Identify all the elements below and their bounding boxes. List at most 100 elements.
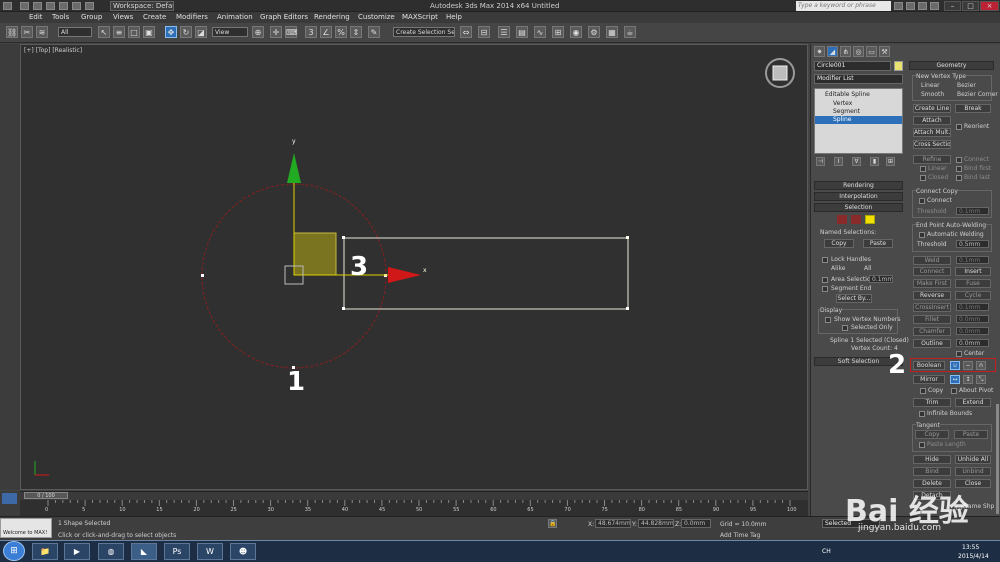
menu-animation[interactable]: Animation <box>217 13 253 21</box>
fillet-button[interactable]: Fillet <box>913 315 951 324</box>
bezier-corner-radio[interactable]: Bezier Corner <box>957 91 998 98</box>
mirror-vertical-icon[interactable]: ↕ <box>963 375 973 384</box>
selected-only-checkbox[interactable] <box>842 325 848 331</box>
mirror-both-icon[interactable]: ⤡ <box>976 375 986 384</box>
stack-item-spline[interactable]: Spline <box>833 116 851 123</box>
snaps-toggle-icon[interactable]: 3 <box>305 26 317 38</box>
project-folder-icon[interactable] <box>85 2 94 10</box>
tangent-copy-button[interactable]: Copy <box>915 430 949 439</box>
reverse-button[interactable]: Reverse <box>913 291 951 300</box>
y-coord-field[interactable]: 44.828mm <box>638 519 674 528</box>
menu-maxscript[interactable]: MAXScript <box>402 13 438 21</box>
about-pivot-checkbox[interactable] <box>951 388 957 394</box>
fuse-button[interactable]: Fuse <box>955 279 991 288</box>
time-slider-thumb[interactable]: 0 / 100 <box>24 492 68 499</box>
extend-button[interactable]: Extend <box>955 398 991 407</box>
layer-manager-icon[interactable]: ☰ <box>498 26 510 38</box>
menu-graph-editors[interactable]: Graph Editors <box>260 13 308 21</box>
stack-item-segment[interactable]: Segment <box>833 108 860 115</box>
lock-selection-icon[interactable]: 🔒 <box>548 519 557 528</box>
x-coord-field[interactable]: 48.674mm <box>595 519 631 528</box>
taskbar-qq-icon[interactable]: ☻ <box>230 543 256 560</box>
connect-threshold-spinner[interactable]: 0.1mm <box>956 207 989 215</box>
segment-end-checkbox[interactable] <box>822 286 828 292</box>
menu-edit[interactable]: Edit <box>29 13 43 21</box>
unlink-icon[interactable]: ✂ <box>21 26 33 38</box>
outline-spinner[interactable]: 0.0mm <box>956 339 989 347</box>
taskbar-media-icon[interactable]: ▶ <box>64 543 90 560</box>
top-viewport[interactable]: [+] [Top] [Realistic] y x 1 3 <box>20 44 808 490</box>
segment-level-icon[interactable] <box>851 215 861 224</box>
taskbar-word-icon[interactable]: W <box>197 543 223 560</box>
search-input[interactable]: Type a keyword or phrase <box>796 1 891 11</box>
stack-item-editable-spline[interactable]: Editable Spline <box>825 91 870 98</box>
menu-create[interactable]: Create <box>143 13 166 21</box>
display-tab-icon[interactable]: ▭ <box>866 46 877 57</box>
select-scale-icon[interactable]: ◪ <box>195 26 207 38</box>
named-selection-set-dropdown[interactable]: Create Selection Se <box>393 27 455 37</box>
add-time-tag-button[interactable]: Add Time Tag <box>720 532 760 539</box>
connect-button[interactable]: Connect <box>913 267 951 276</box>
z-coord-field[interactable]: 0.0mm <box>681 519 711 528</box>
selection-filter-dropdown[interactable]: All <box>58 27 92 37</box>
rectangle-selection-icon[interactable]: □ <box>128 26 140 38</box>
undo-icon[interactable] <box>59 2 68 10</box>
start-button-icon[interactable]: ⊞ <box>3 541 25 561</box>
bind-space-warp-icon[interactable]: ≋ <box>36 26 48 38</box>
communication-icon[interactable] <box>918 2 927 10</box>
menu-modifiers[interactable]: Modifiers <box>176 13 208 21</box>
automatic-welding-checkbox[interactable] <box>919 232 925 238</box>
show-end-result-icon[interactable]: Ⅰ <box>834 157 843 166</box>
new-file-icon[interactable] <box>20 2 29 10</box>
create-line-button[interactable]: Create Line <box>913 104 951 113</box>
boolean-subtraction-icon[interactable]: − <box>963 361 973 370</box>
lock-handles-checkbox[interactable] <box>822 257 828 263</box>
attach-button[interactable]: Attach <box>913 116 951 125</box>
area-selection-spinner[interactable]: 0.1mm <box>869 275 893 283</box>
taskbar-3dsmax-icon[interactable]: ◣ <box>131 543 157 560</box>
spline-level-icon[interactable] <box>865 215 875 224</box>
taskbar-browser-icon[interactable]: ◍ <box>98 543 124 560</box>
outline-button[interactable]: Outline <box>913 339 951 348</box>
unhide-all-button[interactable]: Unhide All <box>955 455 991 464</box>
hierarchy-tab-icon[interactable]: ⋔ <box>840 46 851 57</box>
selection-copy-button[interactable]: Copy <box>824 239 854 248</box>
open-file-icon[interactable] <box>33 2 42 10</box>
curve-editor-icon[interactable]: ∿ <box>534 26 546 38</box>
crossinsert-button[interactable]: CrossInsert <box>913 303 951 312</box>
fillet-spinner[interactable]: 0.0mm <box>956 315 989 323</box>
graphite-ribbon-icon[interactable]: ▤ <box>516 26 528 38</box>
redo-icon[interactable] <box>72 2 81 10</box>
minimize-button[interactable]: – <box>944 1 961 11</box>
select-manipulate-icon[interactable]: ✛ <box>270 26 282 38</box>
hide-button[interactable]: Hide <box>913 455 951 464</box>
trim-button[interactable]: Trim <box>913 398 951 407</box>
menu-views[interactable]: Views <box>113 13 133 21</box>
clock-time[interactable]: 13:55 <box>962 544 979 551</box>
unbind-button[interactable]: Unbind <box>955 467 991 476</box>
clock-date[interactable]: 2015/4/14 <box>958 553 989 560</box>
modifier-list-dropdown[interactable]: Modifier List <box>814 74 903 84</box>
input-language-indicator[interactable]: CH <box>822 548 831 555</box>
create-tab-icon[interactable]: ✷ <box>814 46 825 57</box>
taskbar-photoshop-icon[interactable]: Ps <box>164 543 190 560</box>
chamfer-spinner[interactable]: 0.0mm <box>956 327 989 335</box>
save-file-icon[interactable] <box>46 2 55 10</box>
bind-last-checkbox[interactable] <box>956 175 962 181</box>
panel-scrollbar[interactable] <box>996 404 999 514</box>
boolean-intersection-icon[interactable]: ∩ <box>976 361 986 370</box>
vertex-level-icon[interactable] <box>837 215 847 224</box>
connect-copy-checkbox[interactable] <box>919 198 925 204</box>
menu-rendering[interactable]: Rendering <box>314 13 350 21</box>
rollout-geometry[interactable]: Geometry <box>909 61 994 70</box>
refine-button[interactable]: Refine <box>913 155 951 164</box>
bind-first-checkbox[interactable] <box>956 166 962 172</box>
reference-coordinate-dropdown[interactable]: View <box>212 27 248 37</box>
make-unique-icon[interactable]: ∀ <box>852 157 861 166</box>
maximize-button[interactable]: □ <box>962 1 979 11</box>
attach-mult-button[interactable]: Attach Mult. <box>913 128 951 137</box>
material-editor-icon[interactable]: ◉ <box>570 26 582 38</box>
schematic-view-icon[interactable]: ⊞ <box>552 26 564 38</box>
bezier-radio[interactable]: Bezier <box>957 82 976 89</box>
object-color-swatch[interactable] <box>894 61 903 71</box>
